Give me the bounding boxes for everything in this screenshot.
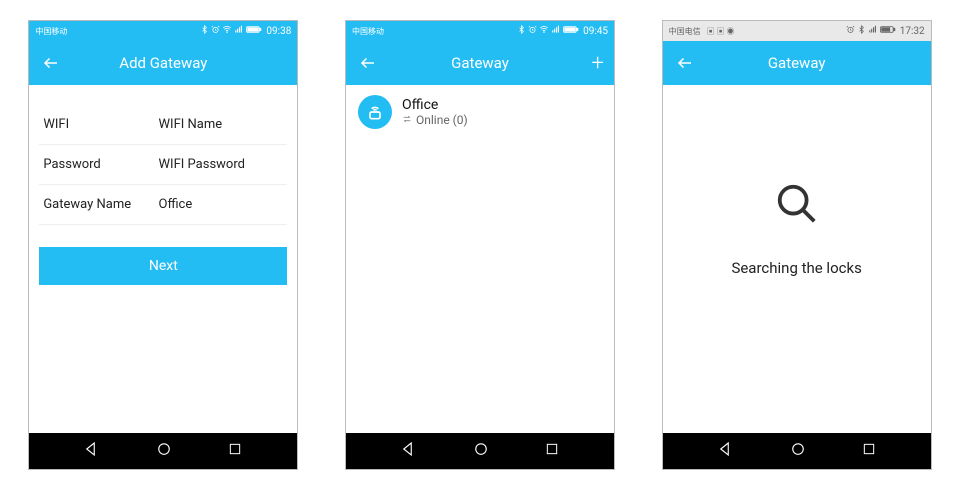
carrier-label: 中国移动 bbox=[35, 26, 196, 37]
nav-back-icon[interactable] bbox=[717, 440, 735, 462]
page-title: Add Gateway bbox=[29, 54, 297, 72]
wifi-icon bbox=[222, 25, 232, 37]
nav-recent-icon[interactable] bbox=[861, 441, 877, 461]
nav-home-icon[interactable] bbox=[155, 440, 173, 462]
nav-home-icon[interactable] bbox=[789, 440, 807, 462]
nav-home-icon[interactable] bbox=[472, 440, 490, 462]
content-area: Office Online (0) bbox=[346, 85, 614, 433]
page-title: Gateway bbox=[346, 54, 614, 72]
nav-back-icon[interactable] bbox=[400, 440, 418, 462]
back-button[interactable] bbox=[673, 54, 697, 72]
gateway-name-row[interactable]: Gateway Name Office bbox=[39, 185, 287, 225]
signal-icon bbox=[234, 25, 244, 37]
content-area: WIFI WIFI Name Password WIFI Password Ga… bbox=[29, 85, 297, 433]
carrier-label: 中国移动 bbox=[352, 26, 513, 37]
status-time: 09:38 bbox=[266, 26, 291, 37]
app-bar: Gateway + bbox=[346, 41, 614, 85]
gateway-name-label: Gateway Name bbox=[43, 197, 158, 212]
searching-text: Searching the locks bbox=[731, 259, 861, 277]
wifi-value: WIFI Name bbox=[159, 117, 284, 132]
content-area: Searching the locks bbox=[663, 85, 931, 433]
status-time: 17:32 bbox=[900, 26, 925, 37]
status-bar: 中国移动 09:45 bbox=[346, 21, 614, 41]
status-bar: 中国电信 ▣ ▣ ◉ 17:32 bbox=[663, 21, 931, 41]
gateway-item-name: Office bbox=[402, 97, 468, 113]
gateway-icon bbox=[358, 95, 392, 129]
alarm-icon bbox=[211, 25, 220, 37]
back-button[interactable] bbox=[356, 54, 380, 72]
app-bar: Add Gateway bbox=[29, 41, 297, 85]
android-nav-bar bbox=[663, 433, 931, 469]
add-gateway-button[interactable]: + bbox=[592, 51, 604, 76]
signal-icon bbox=[551, 25, 561, 37]
gateway-form: WIFI WIFI Name Password WIFI Password Ga… bbox=[29, 85, 297, 285]
password-row[interactable]: Password WIFI Password bbox=[39, 145, 287, 185]
android-nav-bar bbox=[29, 433, 297, 469]
battery-icon bbox=[880, 25, 896, 37]
bluetooth-icon bbox=[200, 25, 209, 37]
next-button[interactable]: Next bbox=[39, 247, 287, 285]
bluetooth-icon bbox=[857, 25, 866, 37]
password-label: Password bbox=[43, 157, 158, 172]
status-icons bbox=[517, 25, 579, 37]
nav-recent-icon[interactable] bbox=[544, 441, 560, 461]
nav-back-icon[interactable] bbox=[83, 440, 101, 462]
gateway-item-status-text: Online (0) bbox=[416, 113, 468, 127]
back-button[interactable] bbox=[39, 54, 63, 72]
search-icon bbox=[774, 181, 820, 231]
carrier-label: 中国电信 ▣ ▣ ◉ bbox=[669, 26, 842, 37]
status-bar: 中国移动 09:38 bbox=[29, 21, 297, 41]
page-title: Gateway bbox=[663, 54, 931, 72]
alarm-icon bbox=[528, 25, 537, 37]
phone-add-gateway: 中国移动 09:38 Add Gateway bbox=[28, 20, 298, 470]
searching-panel: Searching the locks bbox=[663, 85, 931, 433]
gateway-list-item[interactable]: Office Online (0) bbox=[346, 85, 614, 139]
gateway-name-value: Office bbox=[159, 197, 284, 212]
status-time: 09:45 bbox=[583, 26, 608, 37]
gateway-item-status: Online (0) bbox=[402, 113, 468, 127]
phone-gateway-list: 中国移动 09:45 Gateway + Office bbox=[345, 20, 615, 470]
nav-recent-icon[interactable] bbox=[227, 441, 243, 461]
android-nav-bar bbox=[346, 433, 614, 469]
password-value: WIFI Password bbox=[159, 157, 284, 172]
bluetooth-icon bbox=[517, 25, 526, 37]
phone-searching: 中国电信 ▣ ▣ ◉ 17:32 Gateway Searching the l… bbox=[662, 20, 932, 470]
sync-icon bbox=[402, 113, 412, 127]
status-icons bbox=[846, 25, 896, 37]
status-icons bbox=[200, 25, 262, 37]
battery-icon bbox=[246, 25, 262, 37]
app-bar: Gateway bbox=[663, 41, 931, 85]
signal-icon bbox=[868, 25, 878, 37]
gateway-item-texts: Office Online (0) bbox=[402, 97, 468, 127]
battery-icon bbox=[563, 25, 579, 37]
wifi-row[interactable]: WIFI WIFI Name bbox=[39, 105, 287, 145]
wifi-label: WIFI bbox=[43, 117, 158, 132]
alarm-icon bbox=[846, 25, 855, 37]
wifi-icon bbox=[539, 25, 549, 37]
